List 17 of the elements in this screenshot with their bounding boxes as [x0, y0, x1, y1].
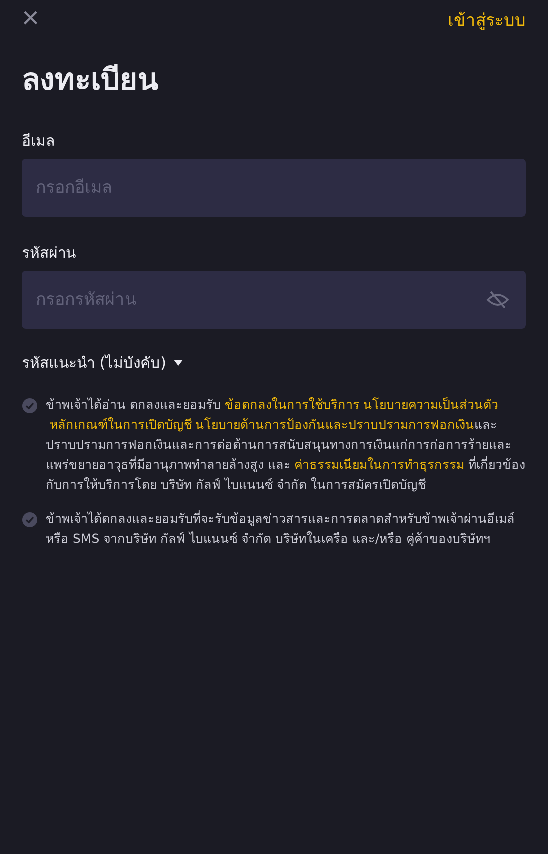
consent-text: ข้าพเจ้าได้ตกลงและยอมรับที่จะรับข้อมูลข่าวสารและการตลาดสำหรับข้าพเจ้าผ่านอีเมล์ หรือ SMS จากบริษัท กัลฟ์ ไบแนนซ์ จำกัด บริษัทในเครือ และ/หรือ คู่ค้าของบริษัทฯ [46, 509, 516, 548]
checkbox[interactable] [22, 512, 38, 528]
hide-password-icon[interactable] [486, 290, 510, 310]
referral-toggle[interactable]: รหัสแนะนำ (ไม่บังคับ) [22, 351, 184, 375]
policy-link[interactable]: ค่าธรรมเนียมในการทำธุรกรรม [294, 457, 465, 472]
field-label: อีเมล [22, 131, 56, 152]
close-button[interactable]: × [22, 4, 40, 34]
policy-link[interactable]: หลักเกณฑ์ในการเปิดบัญชี [50, 417, 192, 432]
caret-icon [174, 360, 184, 366]
page-title: ลงทะเบียน [22, 62, 160, 100]
checkbox[interactable] [22, 398, 38, 414]
policy-link[interactable]: นโยบายความเป็นส่วนตัว [364, 397, 499, 412]
consent-text: ข้าพเจ้าได้อ่าน ตกลงและยอมรับ ข้อตกลงในการใช้บริการ นโยบายความเป็นส่วนตัว หลักเกณฑ์ในการเปิดบัญชี นโยบายด้านการป้องกันและปราบปรามการฟอกเงินและปราบปรามการฟอกเงินและการต่อต้านการสนับสนุนทางการเงินแก่การก่อการร้ายและแพร่ขยายอาวุธที่มีอานุภาพทำลายล้างสูง และ ค่าธรรมเนียมในการทำธุรกรรม ที่เกี่ยวข้องกับการให้บริการโดย บริษัท กัลฟ์ ไบแนนซ์ จำกัด ในการสมัครเปิดบัญชี [46, 396, 526, 494]
policy-link[interactable]: ข้อตกลงในการใช้บริการ [224, 397, 360, 412]
policy-link[interactable]: นโยบายด้านการป้องกันและปราบปรามการฟอกเงิน [196, 417, 474, 432]
field-label: รหัสผ่าน [22, 243, 77, 264]
login-link[interactable]: เข้าสู่ระบบ [448, 6, 526, 32]
